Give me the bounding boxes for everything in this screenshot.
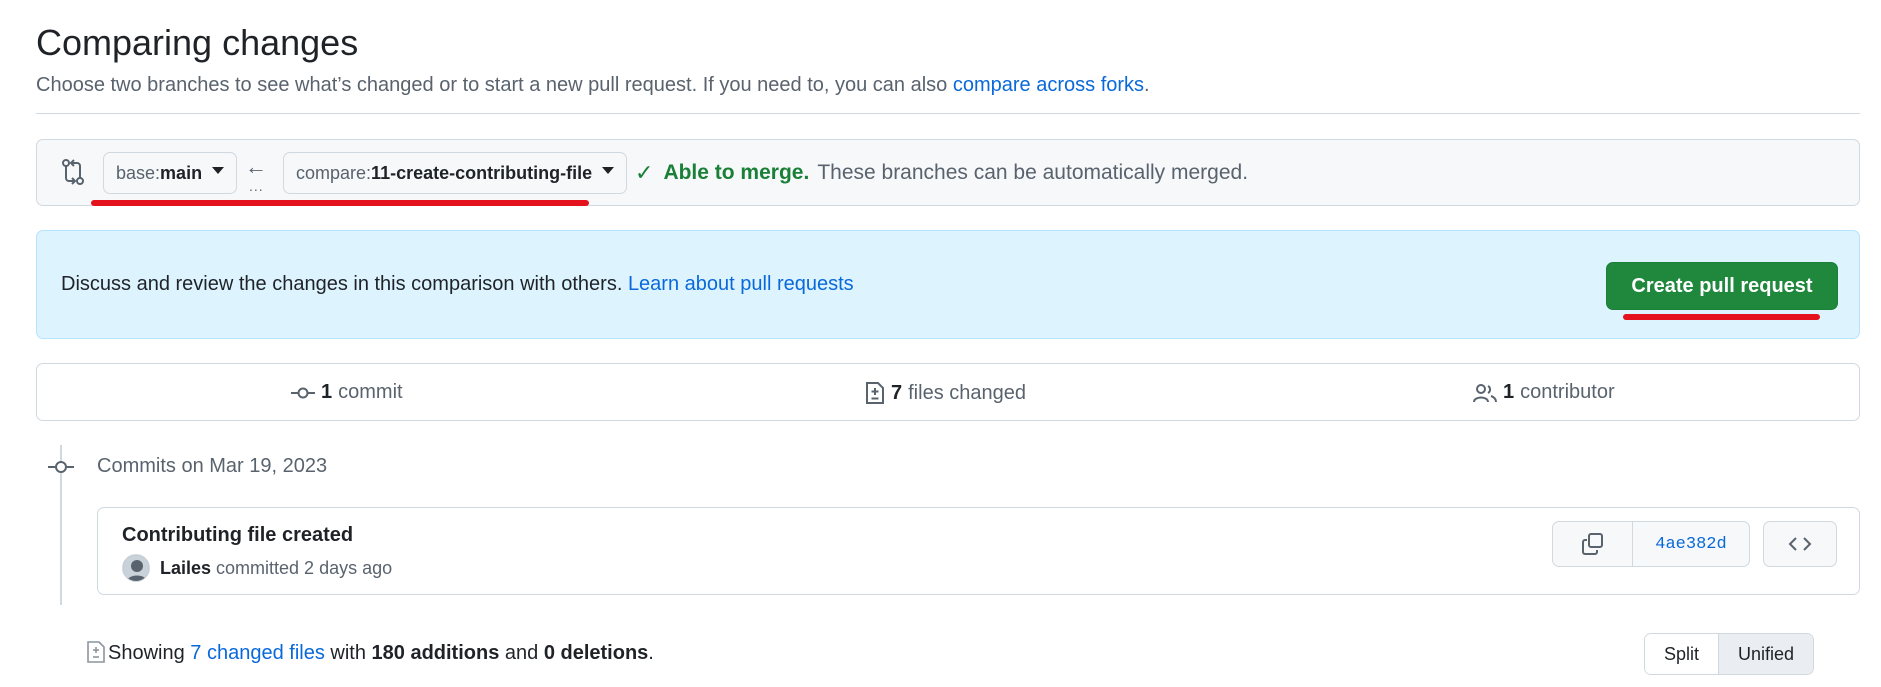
split-view-button[interactable]: Split	[1645, 634, 1719, 674]
comparison-stats: 1 commit 7 files changed 1 contributor	[36, 363, 1860, 421]
pull-request-banner: Discuss and review the changes in this c…	[36, 230, 1860, 339]
contributors-label: contributor	[1520, 381, 1615, 403]
diff-view-toggle: Split Unified	[1644, 633, 1814, 675]
range-editor: base: main ← ... compare: 11-create-cont…	[36, 139, 1860, 206]
merge-ok-text: Able to merge.	[663, 161, 810, 184]
annotation-underline-create-pr	[1623, 314, 1820, 320]
commits-tab[interactable]: 1 commit	[291, 381, 403, 404]
copy-sha-button[interactable]	[1553, 522, 1633, 566]
copy-icon	[1581, 533, 1603, 555]
page-title: Comparing changes	[36, 22, 359, 63]
base-branch-name: main	[160, 162, 203, 183]
commit-sha-group: 4ae382d	[1552, 521, 1750, 567]
header-divider	[36, 113, 1860, 114]
commits-date-heading: Commits on Mar 19, 2023	[97, 455, 328, 477]
arrow-left-icon: ←	[245, 154, 267, 179]
check-icon: ✓	[635, 160, 654, 185]
code-icon	[1788, 537, 1812, 551]
browse-code-button[interactable]	[1763, 521, 1837, 567]
banner-message: Discuss and review the changes in this c…	[61, 273, 628, 295]
commit-time: committed 2 days ago	[211, 558, 393, 578]
diff-summary: Showing 7 changed files with 180 additio…	[108, 642, 654, 665]
people-icon	[1473, 383, 1497, 402]
merge-status-message: These branches can be automatically merg…	[817, 161, 1249, 184]
files-label: files changed	[908, 381, 1026, 404]
summary-and: and	[499, 642, 544, 664]
banner-text: Discuss and review the changes in this c…	[61, 273, 854, 296]
commits-count: 1	[321, 381, 333, 403]
deletions-count: 0 deletions	[543, 642, 649, 664]
summary-prefix: Showing	[108, 642, 191, 664]
range-dots: ...	[249, 178, 264, 194]
summary-end: .	[648, 642, 654, 664]
merge-status: ✓ Able to merge. These branches can be a…	[635, 160, 1248, 186]
base-branch-select[interactable]: base: main	[103, 152, 238, 194]
compare-prefix: compare:	[296, 162, 372, 183]
commit-icon	[291, 387, 315, 398]
files-changed-tab[interactable]: 7 files changed	[865, 381, 1026, 405]
commit-node-icon	[48, 461, 74, 473]
compare-branch-select[interactable]: compare: 11-create-contributing-file	[283, 152, 628, 194]
page-subtitle: Choose two branches to see what’s change…	[36, 74, 1150, 97]
files-count: 7	[891, 381, 903, 404]
subtitle-text: Choose two branches to see what’s change…	[36, 74, 953, 96]
subtitle-suffix: .	[1144, 74, 1150, 96]
contributors-count: 1	[1503, 381, 1515, 403]
avatar-image	[123, 555, 149, 581]
file-diff-icon	[866, 382, 884, 404]
commit-title-link[interactable]: Contributing file created	[122, 524, 353, 547]
contributors-tab[interactable]: 1 contributor	[1473, 381, 1615, 404]
avatar[interactable]	[122, 554, 150, 582]
caret-down-icon	[602, 166, 615, 174]
unified-view-button[interactable]: Unified	[1719, 634, 1813, 674]
annotation-underline-branches	[91, 200, 589, 206]
caret-down-icon	[212, 166, 225, 174]
create-pull-request-button[interactable]: Create pull request	[1606, 262, 1838, 310]
base-prefix: base:	[116, 162, 161, 183]
file-diff-icon	[87, 641, 105, 663]
additions-count: 180 additions	[371, 642, 500, 664]
commit-meta: Lailes committed 2 days ago	[160, 558, 392, 579]
commit-list-item: Contributing file created Lailes committ…	[97, 507, 1860, 595]
summary-with: with	[324, 642, 372, 664]
commit-author-link[interactable]: Lailes	[160, 558, 211, 578]
commit-sha-link[interactable]: 4ae382d	[1633, 522, 1749, 566]
compare-across-forks-link[interactable]: compare across forks	[953, 74, 1144, 96]
compare-branch-name: 11-create-contributing-file	[371, 162, 593, 183]
changed-files-link[interactable]: 7 changed files	[190, 642, 325, 664]
learn-about-pull-requests-link[interactable]: Learn about pull requests	[628, 273, 854, 295]
compare-arrows-icon	[62, 159, 84, 185]
commits-label: commit	[338, 381, 403, 403]
